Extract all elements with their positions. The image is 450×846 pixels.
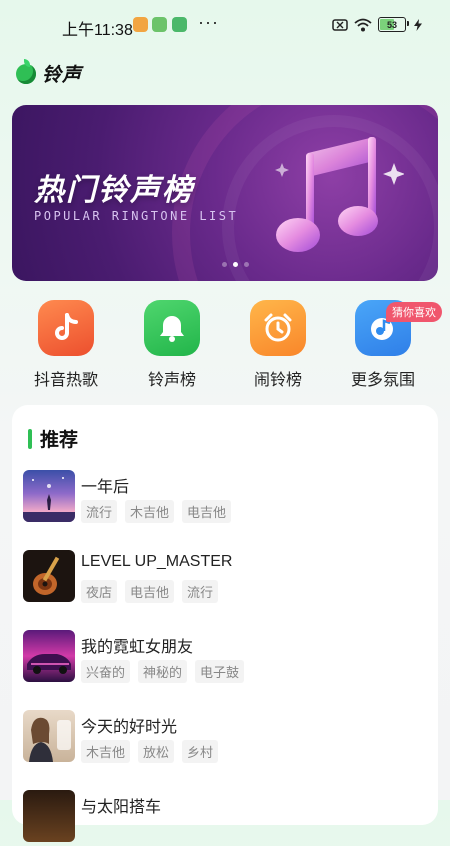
song-title: 我的霓虹女朋友 [81,639,194,656]
banner-pager [222,262,249,267]
song-tag: 夜店 [81,580,118,603]
song-tag: 流行 [182,580,219,603]
song-title: 今天的好时光 [81,719,178,736]
pager-dot [222,262,227,267]
status-time: 上午11:38 [62,22,133,39]
app-header: 铃声 [16,58,83,87]
category-label: 抖音热歌 [33,372,98,389]
wifi-icon [354,18,372,31]
song-tags: 夜店 电吉他 流行 [81,580,219,603]
status-bar: 上午11:38 ··· 53 [0,0,450,52]
no-sim-icon [332,18,348,31]
song-tag: 木吉他 [81,740,131,763]
song-tags: 流行 木吉他 电吉他 [81,500,232,523]
song-tag: 兴奋的 [81,660,131,683]
app-notification-icon [152,17,167,32]
song-title: LEVEL UP_MASTER [81,553,233,570]
song-cover [23,790,75,842]
song-cover [23,550,75,602]
song-item[interactable]: 一年后 流行 木吉他 电吉他 [23,470,423,526]
song-title: 一年后 [81,479,130,496]
app-notification-icon [133,17,148,32]
song-item[interactable]: LEVEL UP_MASTER 夜店 电吉他 流行 [23,550,423,606]
song-title: 与太阳搭车 [81,799,162,816]
song-cover [23,710,75,762]
category-grid: 抖音热歌 铃声榜 闹铃榜 猜你喜欢 更多氛围 [0,300,450,395]
alarm-clock-icon [250,300,306,356]
song-tags: 兴奋的 神秘的 电子鼓 [81,660,245,683]
song-item[interactable]: 我的霓虹女朋友 兴奋的 神秘的 电子鼓 [23,630,423,686]
category-label: 更多氛围 [350,372,415,389]
category-tiktok-hits[interactable]: 抖音热歌 [21,300,111,390]
category-label: 闹铃榜 [253,372,302,389]
pager-dot-active [233,262,238,267]
song-tag: 木吉他 [125,500,175,523]
song-tags: 木吉他 放松 乡村 [81,740,219,763]
song-tag: 乡村 [182,740,219,763]
section-accent-bar [28,428,32,449]
category-ringtone-chart[interactable]: 铃声榜 [127,300,217,390]
banner-subtitle: POPULAR RINGTONE LIST [34,209,239,223]
tiktok-icon [38,300,94,356]
song-tag: 放松 [138,740,175,763]
category-alarm-chart[interactable]: 闹铃榜 [233,300,323,390]
more-notifications-icon: ··· [198,12,219,32]
recommend-section: 推荐 一年后 流行 木吉他 电吉他 LEVEL UP_MASTER 夜店 电吉他… [12,405,438,842]
section-title: 推荐 [40,430,79,451]
song-tag: 电吉他 [125,580,175,603]
song-cover [23,630,75,682]
music-note-icon [275,137,404,252]
banner-carousel[interactable]: 热门铃声榜 POPULAR RINGTONE LIST [12,105,438,281]
banner-headline: 热门铃声榜 [34,174,194,207]
song-item[interactable]: 与太阳搭车 [23,790,423,846]
song-cover [23,470,75,522]
battery-icon: 53 [378,17,409,32]
app-logo-icon [16,58,36,84]
category-more-vibes[interactable]: 猜你喜欢 更多氛围 [338,300,442,390]
song-tag: 流行 [81,500,118,523]
song-tag: 电子鼓 [195,660,245,683]
song-item[interactable]: 今天的好时光 木吉他 放松 乡村 [23,710,423,766]
song-tag: 电吉他 [182,500,232,523]
song-tag: 神秘的 [138,660,188,683]
pager-dot [244,262,249,267]
charging-icon [414,18,422,31]
battery-level: 53 [386,19,397,30]
app-notification-icon [172,17,187,32]
recommend-badge: 猜你喜欢 [386,302,442,322]
bell-icon [144,300,200,356]
page-title: 铃声 [42,65,83,86]
category-label: 铃声榜 [147,372,196,389]
section-header: 推荐 [28,425,78,452]
